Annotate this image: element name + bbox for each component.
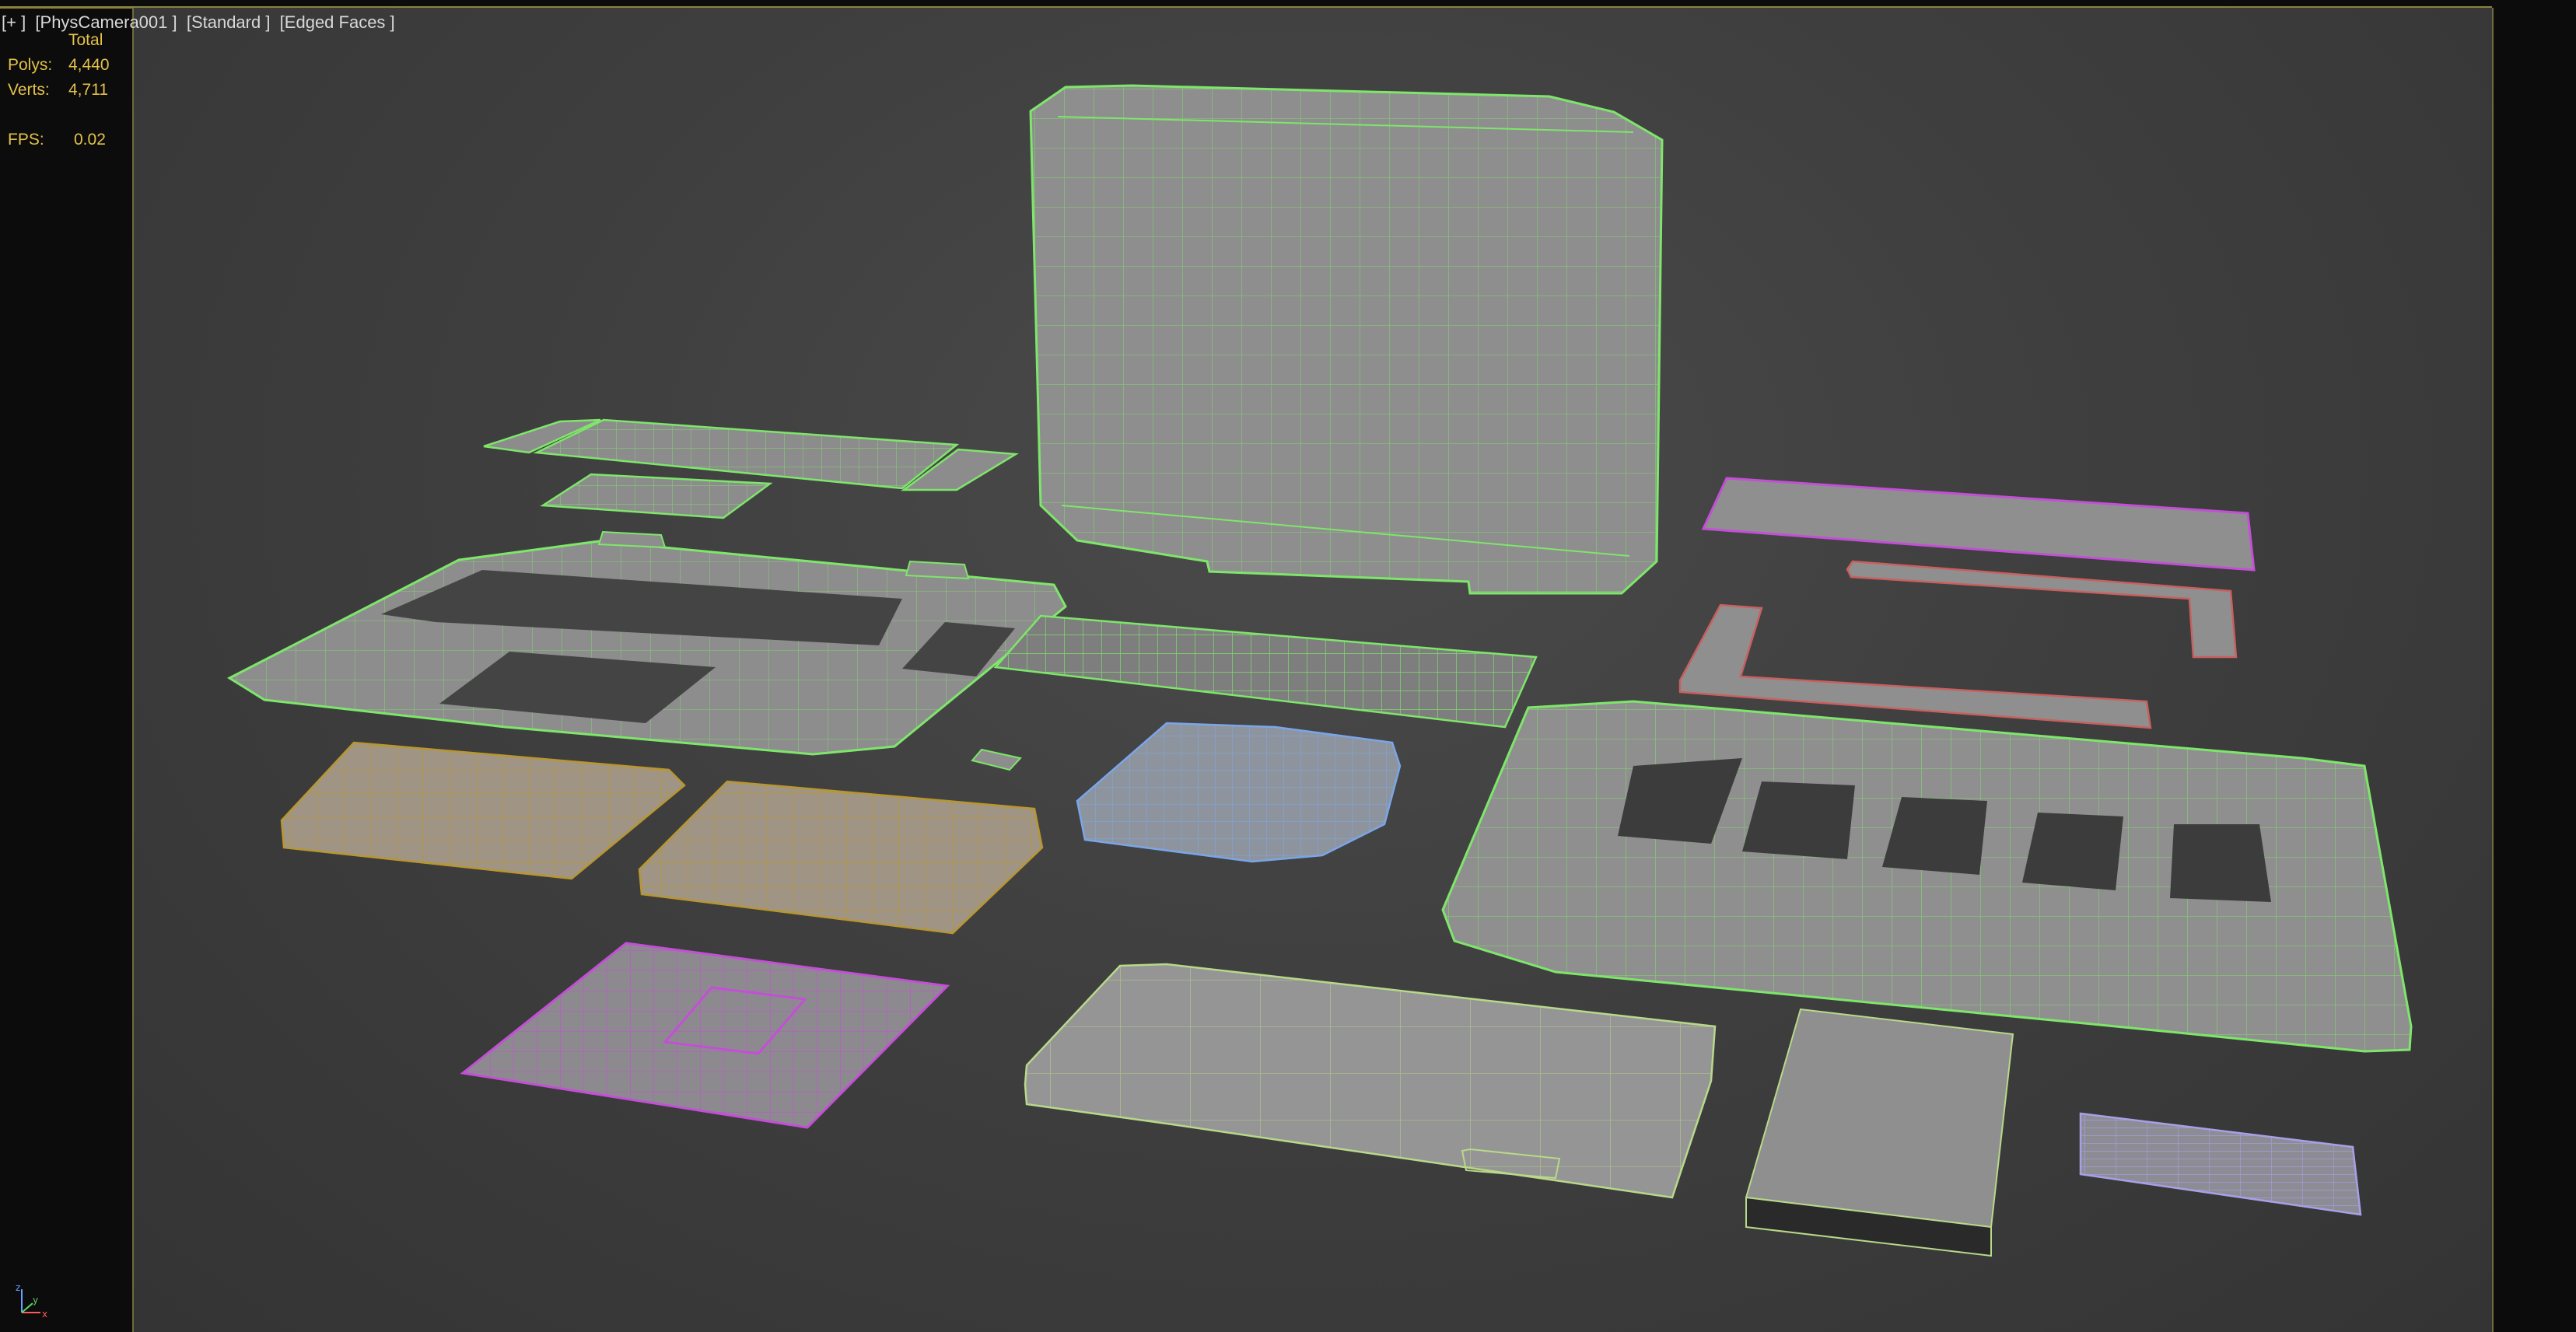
stats-verts-value: 4,711 <box>68 81 108 99</box>
mesh-battery-box[interactable] <box>1745 1008 2014 1257</box>
axis-z-label: z <box>16 1283 20 1293</box>
mesh-red-rail-upper[interactable] <box>1846 560 2238 659</box>
mesh-gold-block-right[interactable] <box>638 780 1044 935</box>
mesh-keyboard[interactable] <box>993 614 1538 729</box>
mesh-base-plate[interactable] <box>1024 963 1717 1199</box>
mesh-top-strips[interactable] <box>483 418 1019 519</box>
stats-fps-value: 0.02 <box>74 131 106 149</box>
mesh-screen-lid[interactable] <box>1029 84 1664 595</box>
viewport-label[interactable]: [+ ] [PhysCamera001 ] [Standard ] [Edged… <box>2 12 395 33</box>
stats-total-label: Total <box>68 31 103 49</box>
axis-gizmo-icon: z y x <box>16 1283 47 1320</box>
stats-fps-label: FPS: <box>8 131 44 149</box>
mesh-fan-assembly[interactable] <box>1076 722 1402 863</box>
stats-verts-label: Verts: <box>8 81 50 99</box>
axis-y-label: y <box>33 1295 38 1306</box>
mesh-motherboard[interactable] <box>460 942 950 1129</box>
mesh-top-case-frame[interactable] <box>226 530 1067 756</box>
mesh-gold-block-left[interactable] <box>280 741 686 880</box>
mesh-red-rail-lower[interactable] <box>1678 603 2152 729</box>
stats-polys-label: Polys: <box>8 56 53 74</box>
mesh-bottom-chassis[interactable] <box>1441 700 2413 1053</box>
scene-meshes[interactable] <box>0 0 2576 1332</box>
axis-x-label: x <box>42 1309 47 1320</box>
stats-polys-value: 4,440 <box>68 56 110 74</box>
mesh-speaker-pad[interactable] <box>2079 1112 2362 1216</box>
mesh-magenta-panel[interactable] <box>1701 477 2256 572</box>
mesh-small-clip[interactable] <box>971 748 1022 771</box>
